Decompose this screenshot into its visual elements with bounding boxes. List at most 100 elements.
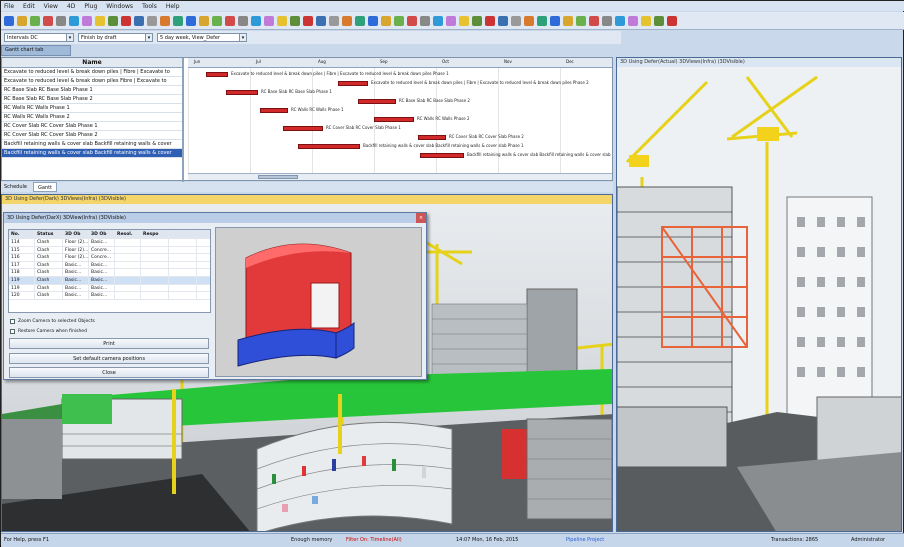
new-icon[interactable] bbox=[186, 15, 196, 26]
3d-icon[interactable] bbox=[355, 15, 365, 26]
clash-row[interactable]: 118 Clash Basic... Basic... bbox=[9, 269, 210, 277]
menu-view[interactable]: View bbox=[44, 3, 58, 10]
zoom-icon[interactable] bbox=[498, 15, 508, 26]
close-button[interactable]: Close bbox=[9, 367, 209, 378]
cut-icon[interactable] bbox=[238, 15, 248, 26]
gantt-subtab[interactable]: Gantt chart tab bbox=[1, 45, 71, 56]
task-row[interactable]: Backfill retaining walls & cover slab Ba… bbox=[2, 149, 182, 158]
link-icon[interactable] bbox=[121, 15, 131, 26]
tab-gantt[interactable]: Gantt bbox=[32, 182, 58, 192]
gantt-bar[interactable] bbox=[338, 81, 368, 86]
interval-combo[interactable]: Intervals DC ▾ bbox=[4, 33, 74, 42]
task-row[interactable]: RC Cover Slab RC Cover Slab Phase 1 bbox=[2, 122, 182, 131]
redo-icon[interactable] bbox=[290, 15, 300, 26]
save-icon[interactable] bbox=[394, 15, 404, 26]
clash-row[interactable]: 116 Clash Floor (2)... Concre... bbox=[9, 254, 210, 262]
3d-icon[interactable] bbox=[173, 15, 183, 26]
zoom-icon[interactable] bbox=[134, 15, 144, 26]
clash-preview[interactable] bbox=[215, 227, 422, 377]
clash-column-header[interactable]: Resol. bbox=[115, 230, 141, 238]
menu-tools[interactable]: Tools bbox=[142, 3, 157, 10]
gantt-bar[interactable] bbox=[358, 99, 396, 104]
default-camera-button[interactable]: Set default camera positions bbox=[9, 353, 209, 364]
copy-icon[interactable] bbox=[615, 15, 625, 26]
clash-column-header[interactable] bbox=[169, 230, 197, 238]
new-icon[interactable] bbox=[368, 15, 378, 26]
task-row[interactable]: Excavate to reduced level & break down p… bbox=[2, 68, 182, 77]
task-row[interactable]: RC Walls RC Walls Phase 1 bbox=[2, 104, 182, 113]
save-icon[interactable] bbox=[576, 15, 586, 26]
clash-column-header[interactable]: Status bbox=[35, 230, 63, 238]
open-icon[interactable] bbox=[199, 15, 209, 26]
open-icon[interactable] bbox=[381, 15, 391, 26]
clash-row[interactable]: 115 Clash Floor (2)... Concre... bbox=[9, 246, 210, 255]
task-row[interactable]: RC Base Slab RC Base Slab Phase 2 bbox=[2, 95, 182, 104]
gantt-bar[interactable] bbox=[418, 135, 446, 140]
gantt-bar[interactable] bbox=[420, 153, 464, 158]
undo-icon[interactable] bbox=[277, 15, 287, 26]
save-icon[interactable] bbox=[30, 15, 40, 26]
timeline-icon[interactable] bbox=[524, 15, 534, 26]
calendar-combo[interactable]: 5 day week, View_Defer ▾ bbox=[157, 33, 247, 42]
clash-row[interactable]: 120 Clash Basic... Basic... bbox=[9, 292, 210, 300]
print-icon[interactable] bbox=[407, 15, 417, 26]
undo-icon[interactable] bbox=[641, 15, 651, 26]
copy-icon[interactable] bbox=[251, 15, 261, 26]
cut-icon[interactable] bbox=[420, 15, 430, 26]
filter-icon[interactable] bbox=[511, 15, 521, 26]
filter-icon[interactable] bbox=[329, 15, 339, 26]
print-icon[interactable] bbox=[43, 15, 53, 26]
cut-icon[interactable] bbox=[56, 15, 66, 26]
task-row[interactable]: RC Walls RC Walls Phase 2 bbox=[2, 113, 182, 122]
redo-icon[interactable] bbox=[654, 15, 664, 26]
new-icon[interactable] bbox=[4, 15, 14, 26]
clash-row[interactable]: 119 Clash Basic... Basic... bbox=[9, 276, 210, 285]
gantt-horizontal-scrollbar[interactable] bbox=[188, 173, 612, 180]
link-icon[interactable] bbox=[667, 15, 677, 26]
menu-help[interactable]: Help bbox=[166, 3, 180, 10]
gantt-chart[interactable]: Jun Jul Aug Sep Oct Nov Dec Excavate to reduce… bbox=[188, 58, 612, 174]
redo-icon[interactable] bbox=[108, 15, 118, 26]
zoom-icon[interactable] bbox=[316, 15, 326, 26]
gantt-bar[interactable] bbox=[374, 117, 414, 122]
zoom-camera-checkbox[interactable]: Zoom Camera to selected Objects bbox=[10, 319, 95, 324]
timeline-icon[interactable] bbox=[342, 15, 352, 26]
link-icon[interactable] bbox=[485, 15, 495, 26]
clash-row[interactable]: 114 Clash Floor (2)... Basic... bbox=[9, 239, 210, 247]
copy-icon[interactable] bbox=[433, 15, 443, 26]
new-icon[interactable] bbox=[550, 15, 560, 26]
paste-icon[interactable] bbox=[82, 15, 92, 26]
gantt-bar[interactable] bbox=[283, 126, 323, 131]
menu-edit[interactable]: Edit bbox=[23, 3, 35, 10]
tower-3d-model[interactable] bbox=[617, 67, 902, 532]
save-icon[interactable] bbox=[212, 15, 222, 26]
gantt-bar[interactable] bbox=[260, 108, 288, 113]
open-icon[interactable] bbox=[563, 15, 573, 26]
clash-row[interactable]: 119 Clash Basic... Basic... bbox=[9, 284, 210, 293]
clash-column-header[interactable]: 3D Ob bbox=[63, 230, 89, 238]
redo-icon[interactable] bbox=[472, 15, 482, 26]
print-icon[interactable] bbox=[589, 15, 599, 26]
clash-column-header[interactable]: No. bbox=[9, 230, 35, 238]
open-icon[interactable] bbox=[17, 15, 27, 26]
link-icon[interactable] bbox=[303, 15, 313, 26]
restore-camera-checkbox[interactable]: Restore Camera when finished bbox=[10, 329, 87, 334]
task-grid-header[interactable]: Name bbox=[2, 58, 182, 68]
finish-combo[interactable]: Finish by draft ▾ bbox=[78, 33, 153, 42]
task-row[interactable]: RC Base Slab RC Base Slab Phase 1 bbox=[2, 86, 182, 95]
gantt-bar[interactable] bbox=[226, 90, 258, 95]
scroll-thumb[interactable] bbox=[258, 175, 298, 179]
3d-icon[interactable] bbox=[537, 15, 547, 26]
task-row[interactable]: RC Cover Slab RC Cover Slab Phase 2 bbox=[2, 131, 182, 140]
menu-4d[interactable]: 4D bbox=[67, 3, 75, 10]
gantt-bar[interactable] bbox=[298, 144, 360, 149]
undo-icon[interactable] bbox=[459, 15, 469, 26]
paste-icon[interactable] bbox=[628, 15, 638, 26]
task-row[interactable]: Backfill retaining walls & cover slab Ba… bbox=[2, 140, 182, 149]
print-button[interactable]: Print bbox=[9, 338, 209, 349]
paste-icon[interactable] bbox=[446, 15, 456, 26]
secondary-3d-view[interactable]: 3D Using Defer(Actual) 3DViews(Infra) (3… bbox=[616, 57, 902, 532]
paste-icon[interactable] bbox=[264, 15, 274, 26]
tab-schedule[interactable]: Schedule bbox=[4, 182, 27, 192]
clash-row[interactable]: 117 Clash Basic... Basic... bbox=[9, 261, 210, 270]
